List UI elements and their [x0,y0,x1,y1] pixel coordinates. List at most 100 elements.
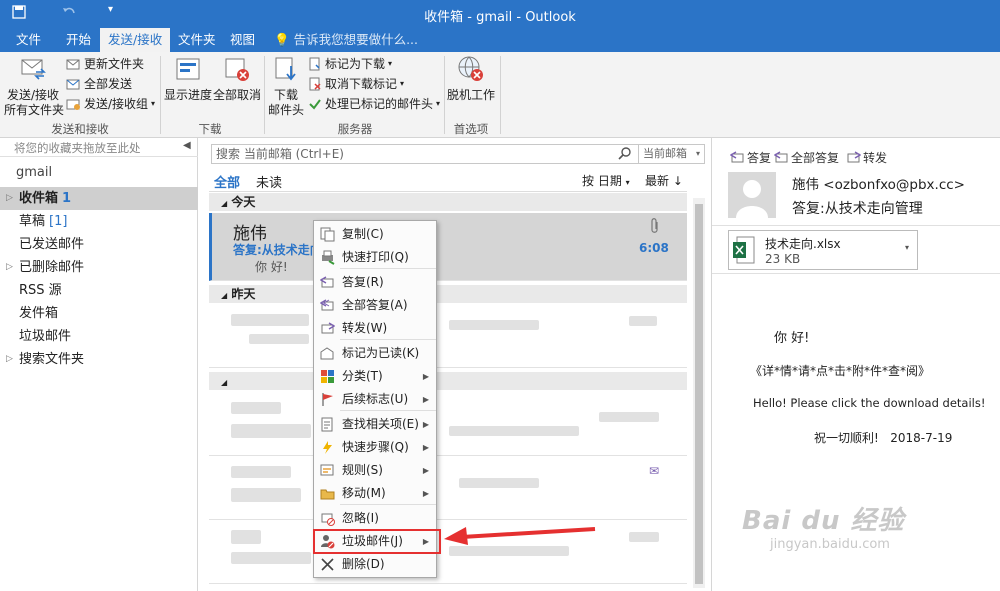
folder-drafts[interactable]: 草稿 [1] [0,210,198,233]
folder-rss[interactable]: RSS 源 [0,279,198,302]
mail-item-selected[interactable]: 施伟 答复:从技术走向 你 好! 6:08 [209,213,687,281]
unmark-download-button[interactable]: 取消下载标记 ▾ [308,74,404,94]
reply-button[interactable]: 答复 [730,149,771,166]
mail-item[interactable] [209,392,687,456]
attachment-card[interactable]: 技术走向.xlsx 23 KB ▾ [728,230,918,270]
reply-all-button[interactable]: 全部答复 [774,149,839,166]
filter-all[interactable]: 全部 [214,172,240,191]
folder-label: 搜索文件夹 [19,352,85,367]
sort-order[interactable]: 最新 ↓ [645,172,683,189]
process-marked-headers-button[interactable]: 处理已标记的邮件头 ▾ [308,94,440,114]
divider [0,156,198,157]
group-header-today[interactable]: ◢ 今天 [209,193,687,211]
mail-list-scrollbar[interactable] [693,198,705,588]
folder-icon [320,486,335,501]
account-name[interactable]: gmail [16,165,52,180]
menu-item-follow-up[interactable]: 后续标志(U) ▶ [315,388,435,411]
chevron-down-icon: ▾ [400,79,405,88]
menu-item-move[interactable]: 移动(M) ▶ [315,482,435,505]
expand-arrow-icon[interactable]: ▷ [6,348,13,371]
flag-icon [320,392,335,407]
menu-item-reply[interactable]: 答复(R) [315,271,435,294]
menu-item-quick-print[interactable]: 快速打印(Q) [315,246,435,269]
divider [209,191,687,192]
mark-download-label: 标记为下载 [325,57,386,71]
expand-arrow-icon[interactable]: ▷ [6,187,13,210]
delete-icon [320,557,335,572]
body-line: 《详*情*请*点*击*附*件*查*阅》 [750,364,931,378]
tab-send-receive[interactable]: 发送/接收 [100,28,171,52]
menu-item-label: 答复(R) [342,275,384,289]
filter-unread[interactable]: 未读 [256,172,282,191]
favorites-hint: 将您的收藏夹拖放至此处 [14,141,141,155]
forward-button[interactable]: 转发 [846,149,887,166]
annotation-arrow [444,527,596,545]
menu-item-reply-all[interactable]: 全部答复(A) [315,294,435,317]
send-all-button[interactable]: 全部发送 [66,74,132,94]
divider [712,273,1000,274]
mark-to-download-button[interactable]: 标记为下载 ▾ [308,54,392,74]
ribbon-divider [264,56,265,134]
unread-count: 1 [62,191,72,206]
expand-arrow-icon[interactable]: ▷ [6,256,13,279]
reply-icon [319,275,335,290]
tab-home[interactable]: 开始 [58,28,99,52]
envelope-icon: ✉ [649,464,660,478]
menu-item-delete[interactable]: 删除(D) [315,553,435,576]
process-marked-label: 处理已标记的邮件头 [325,97,434,111]
tab-file[interactable]: 文件 [8,28,49,52]
menu-item-label: 后续标志(U) [342,392,409,406]
tab-folder[interactable]: 文件夹 [170,28,224,52]
cancel-all-button[interactable]: 全部取消 [212,54,262,103]
folder-search[interactable]: ▷ 搜索文件夹 [0,348,198,371]
search-input[interactable]: 搜索 当前邮箱 (Ctrl+E) [211,144,639,164]
work-offline-button[interactable]: 脱机工作 [446,54,496,103]
group-header-yesterday[interactable]: ◢ 昨天 [209,285,687,303]
send-all-icon [66,79,80,90]
send-receive-all-button[interactable]: 发送/接收 所有文件夹 [4,54,64,118]
download-headers-button[interactable]: 下载 邮件头 [268,54,304,118]
folder-junk[interactable]: 垃圾邮件 [0,325,198,348]
chevron-down-icon[interactable]: ▾ [905,243,909,252]
copy-icon [320,227,335,242]
menu-item-rules[interactable]: 规则(S) ▶ [315,459,435,482]
mail-item[interactable]: ✉ [209,458,687,520]
reply-all-label: 全部答复 [791,151,840,165]
menu-item-categorize[interactable]: 分类(T) ▶ [315,365,435,388]
ribbon-divider [444,56,445,134]
send-receive-groups-button[interactable]: 发送/接收组 ▾ [66,94,155,114]
folder-sent[interactable]: 已发送邮件 [0,233,198,256]
mail-subject: 答复:从技术走向 [233,243,322,257]
tell-me-box[interactable]: 💡 告诉我您想要做什么... [266,28,426,52]
blurred-text [599,412,659,422]
collapse-pane-icon[interactable]: ◀ [183,140,191,151]
sort-by-date[interactable]: 按 日期 ▾ [582,172,630,189]
mark-download-icon [309,57,320,71]
menu-item-mark-as-read[interactable]: 标记为已读(K) [315,342,435,365]
search-scope-dropdown[interactable]: 当前邮箱 ▾ [639,144,705,164]
folder-outbox[interactable]: 发件箱 [0,302,198,325]
blurred-text [629,532,659,542]
folder-deleted[interactable]: ▷ 已删除邮件 [0,256,198,279]
blurred-text [231,424,311,438]
folder-inbox[interactable]: ▷ 收件箱 1 [0,187,198,210]
menu-item-quick-steps[interactable]: 快速步骤(Q) ▶ [315,436,435,459]
mail-item[interactable] [209,306,687,368]
group-label-preferences: 首选项 [453,122,489,136]
menu-item-find-related[interactable]: 查找相关项(E) ▶ [315,413,435,436]
blurred-text [231,402,281,414]
group-header-older[interactable]: ◢ [209,372,687,390]
progress-icon [176,58,200,80]
update-folder-button[interactable]: 更新文件夹 [66,54,144,74]
menu-item-ignore[interactable]: 忽略(I) [315,507,435,530]
menu-item-copy[interactable]: 复制(C) [315,223,435,246]
search-icon[interactable] [618,146,632,163]
show-progress-button[interactable]: 显示进度 [164,54,212,103]
tab-view[interactable]: 视图 [222,28,263,52]
chevron-down-icon: ▾ [436,99,441,108]
document-icon [320,417,335,432]
menu-item-label: 标记为已读(K) [342,346,420,360]
menu-item-forward[interactable]: 转发(W) [315,317,435,340]
scrollbar-thumb[interactable] [695,204,703,584]
download-line1: 下载 [273,88,298,102]
